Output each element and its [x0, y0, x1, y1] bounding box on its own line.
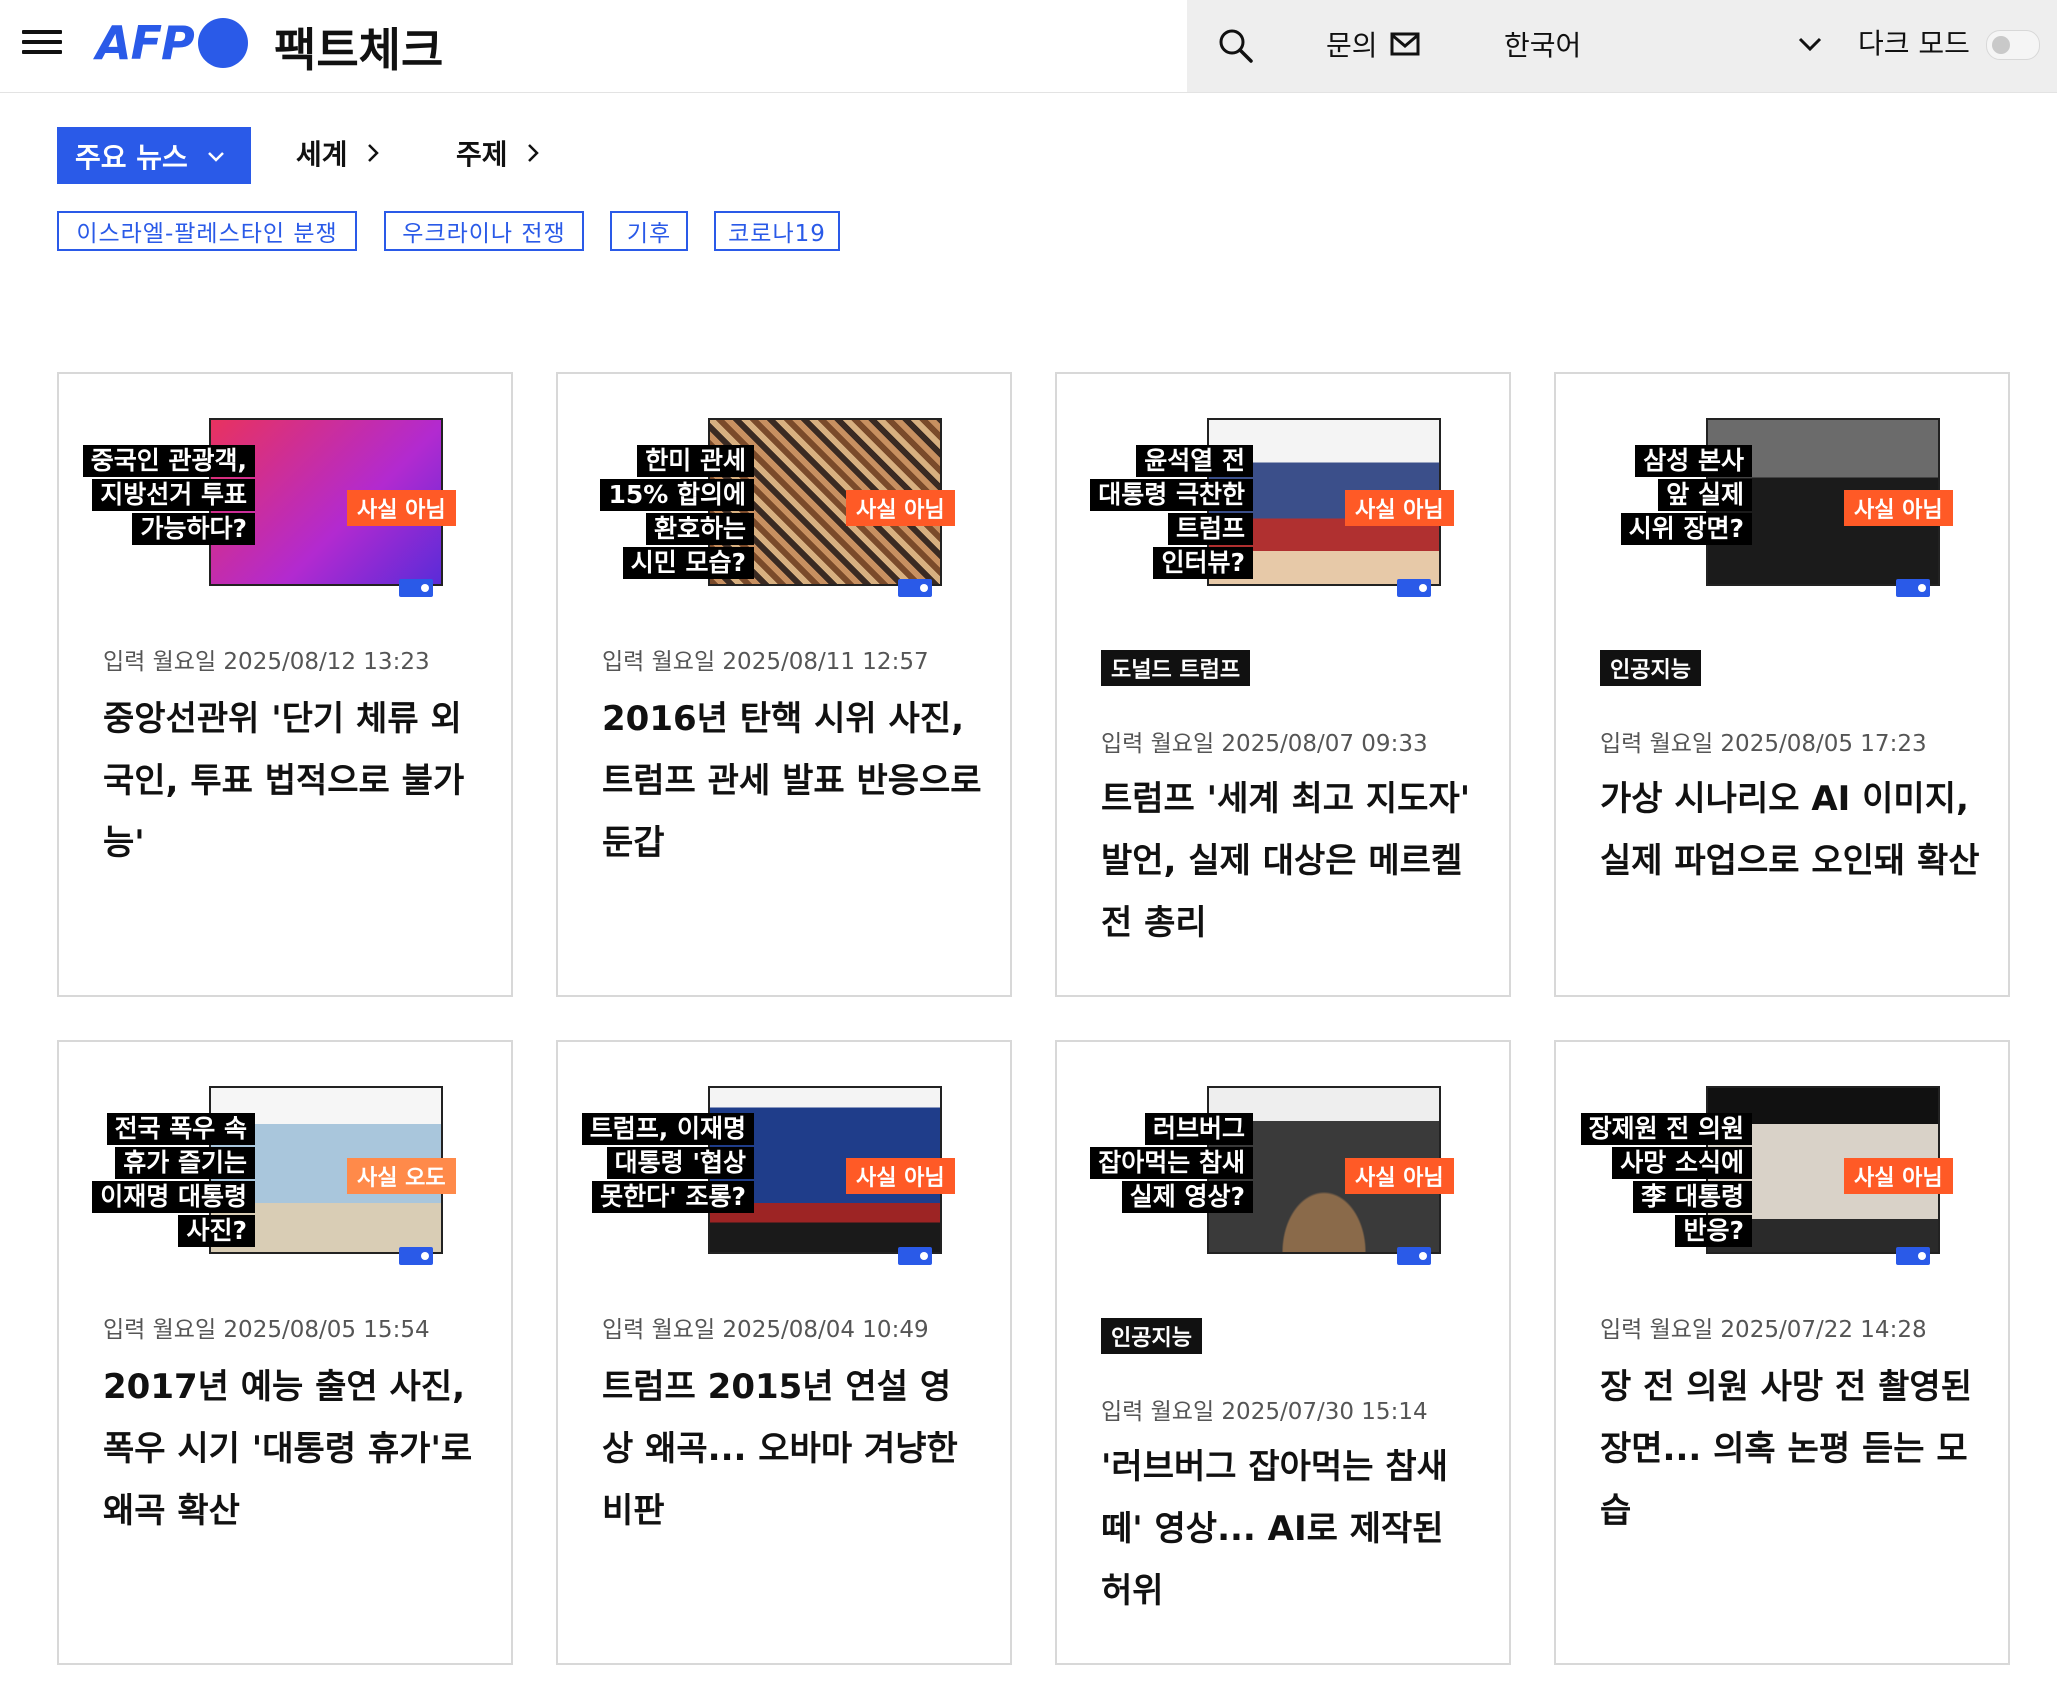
chevron-down-icon	[1798, 37, 1822, 52]
nav-main-label: 주요 뉴스	[75, 140, 188, 174]
afp-watermark-icon	[1896, 1247, 1930, 1265]
dark-mode-toggle[interactable]	[1986, 30, 2040, 60]
article-title[interactable]: '러브버그 잡아먹는 참새 떼' 영상... AI로 제작된 허위	[1101, 1436, 1481, 1622]
article-title[interactable]: 중앙선관위 '단기 체류 외국인, 투표 법적으로 불가능'	[103, 688, 483, 874]
verdict-badge: 사실 아님	[1844, 490, 1953, 526]
article-card[interactable]: 장제원 전 의원 사망 소식에 李 대통령 반응? 사실 아님 입력 월요일 2…	[1554, 1040, 2010, 1665]
article-title[interactable]: 트럼프 '세계 최고 지도자' 발언, 실제 대상은 메르켈 전 총리	[1101, 768, 1481, 954]
article-date: 입력 월요일 2025/08/07 09:33	[1101, 731, 1428, 757]
article-date: 입력 월요일 2025/08/12 13:23	[103, 649, 430, 675]
category-badge[interactable]: 인공지능	[1600, 650, 1701, 686]
article-card[interactable]: 러브버그 잡아먹는 참새 실제 영상? 사실 아님 인공지능 입력 월요일 20…	[1055, 1040, 1511, 1665]
thumbnail-claim: 트럼프, 이재명 대통령 '협상 못한다' 조롱?	[581, 1112, 754, 1214]
verdict-badge: 사실 아님	[846, 1158, 955, 1194]
verdict-badge: 사실 아님	[1345, 1158, 1454, 1194]
menu-icon[interactable]	[22, 24, 62, 64]
verdict-badge: 사실 오도	[347, 1158, 456, 1194]
thumbnail-claim: 러브버그 잡아먹는 참새 실제 영상?	[1090, 1112, 1253, 1214]
afp-watermark-icon	[1397, 579, 1431, 597]
afp-logo-dot	[198, 18, 248, 68]
nav-main-news[interactable]: 주요 뉴스	[57, 127, 251, 184]
thumbnail-claim: 삼성 본사 앞 실제 시위 장면?	[1620, 444, 1752, 546]
dark-mode-label: 다크 모드	[1858, 27, 1970, 60]
article-title[interactable]: 트럼프 2015년 연설 영상 왜곡... 오바마 겨냥한 비판	[602, 1356, 982, 1542]
afp-watermark-icon	[1397, 1247, 1431, 1265]
thumbnail-claim: 장제원 전 의원 사망 소식에 李 대통령 반응?	[1580, 1112, 1752, 1248]
article-card[interactable]: 전국 폭우 속 휴가 즐기는 이재명 대통령 사진? 사실 오도 입력 월요일 …	[57, 1040, 513, 1665]
article-card[interactable]: 윤석열 전 대통령 극찬한 트럼프 인터뷰? 사실 아님 도널드 트럼프 입력 …	[1055, 372, 1511, 997]
article-thumbnail: 한미 관세 15% 합의에 환호하는 시민 모습? 사실 아님	[588, 412, 955, 602]
article-thumbnail: 전국 폭우 속 휴가 즐기는 이재명 대통령 사진? 사실 오도	[89, 1080, 456, 1270]
verdict-badge: 사실 아님	[1844, 1158, 1953, 1194]
mail-icon	[1390, 32, 1420, 56]
language-value: 한국어	[1504, 29, 1582, 62]
topic-covid19[interactable]: 코로나19	[714, 211, 840, 251]
article-title[interactable]: 장 전 의원 사망 전 촬영된 장면... 의혹 논평 듣는 모습	[1600, 1356, 1980, 1542]
article-title[interactable]: 2017년 예능 출연 사진, 폭우 시기 '대통령 휴가'로 왜곡 확산	[103, 1356, 483, 1542]
verdict-badge: 사실 아님	[846, 490, 955, 526]
article-thumbnail: 윤석열 전 대통령 극찬한 트럼프 인터뷰? 사실 아님	[1087, 412, 1454, 602]
site-header: AFP 팩트체크 문의 한국어 다크 모드	[0, 0, 2057, 93]
article-title[interactable]: 가상 시나리오 AI 이미지, 실제 파업으로 오인돼 확산	[1600, 768, 1980, 892]
contact-label: 문의	[1326, 29, 1378, 62]
contact-link[interactable]: 문의	[1326, 24, 1420, 64]
afp-watermark-icon	[898, 1247, 932, 1265]
verdict-badge: 사실 아님	[1345, 490, 1454, 526]
nav-link-topics[interactable]: 주제	[456, 133, 540, 173]
thumbnail-claim: 중국인 관광객, 지방선거 투표 가능하다?	[82, 444, 255, 546]
article-thumbnail: 장제원 전 의원 사망 소식에 李 대통령 반응? 사실 아님	[1580, 1080, 1953, 1270]
article-thumbnail: 러브버그 잡아먹는 참새 실제 영상? 사실 아님	[1087, 1080, 1454, 1270]
thumbnail-claim: 전국 폭우 속 휴가 즐기는 이재명 대통령 사진?	[92, 1112, 255, 1248]
language-select[interactable]: 한국어	[1504, 24, 1824, 68]
thumbnail-claim: 한미 관세 15% 합의에 환호하는 시민 모습?	[600, 444, 754, 580]
afp-watermark-icon	[898, 579, 932, 597]
article-thumbnail: 중국인 관광객, 지방선거 투표 가능하다? 사실 아님	[82, 412, 456, 602]
article-card[interactable]: 한미 관세 15% 합의에 환호하는 시민 모습? 사실 아님 입력 월요일 2…	[556, 372, 1012, 997]
article-thumbnail: 트럼프, 이재명 대통령 '협상 못한다' 조롱? 사실 아님	[581, 1080, 955, 1270]
afp-logo[interactable]: AFP	[96, 16, 195, 70]
article-date: 입력 월요일 2025/08/04 10:49	[602, 1317, 929, 1343]
afp-watermark-icon	[399, 1247, 433, 1265]
thumbnail-claim: 윤석열 전 대통령 극찬한 트럼프 인터뷰?	[1090, 444, 1253, 580]
article-date: 입력 월요일 2025/08/05 17:23	[1600, 731, 1927, 757]
article-card[interactable]: 중국인 관광객, 지방선거 투표 가능하다? 사실 아님 입력 월요일 2025…	[57, 372, 513, 997]
search-icon[interactable]	[1216, 26, 1256, 66]
topic-climate[interactable]: 기후	[610, 211, 688, 251]
article-date: 입력 월요일 2025/08/05 15:54	[103, 1317, 430, 1343]
chevron-right-icon	[367, 144, 379, 162]
topic-israel-palestine[interactable]: 이스라엘-팔레스타인 분쟁	[57, 211, 357, 251]
article-card[interactable]: 삼성 본사 앞 실제 시위 장면? 사실 아님 인공지능 입력 월요일 2025…	[1554, 372, 2010, 997]
afp-watermark-icon	[1896, 579, 1930, 597]
article-date: 입력 월요일 2025/08/11 12:57	[602, 649, 929, 675]
afp-watermark-icon	[399, 579, 433, 597]
article-date: 입력 월요일 2025/07/30 15:14	[1101, 1399, 1428, 1425]
article-title[interactable]: 2016년 탄핵 시위 사진, 트럼프 관세 발표 반응으로 둔갑	[602, 688, 982, 874]
nav-link-label: 주제	[456, 138, 508, 171]
topic-ukraine-war[interactable]: 우크라이나 전쟁	[384, 211, 584, 251]
chevron-down-icon	[207, 151, 224, 162]
nav-link-label: 세계	[296, 138, 348, 171]
chevron-right-icon	[527, 144, 539, 162]
article-card[interactable]: 트럼프, 이재명 대통령 '협상 못한다' 조롱? 사실 아님 입력 월요일 2…	[556, 1040, 1012, 1665]
site-title[interactable]: 팩트체크	[274, 14, 443, 80]
category-badge[interactable]: 인공지능	[1101, 1318, 1202, 1354]
nav-link-world[interactable]: 세계	[296, 133, 380, 173]
article-date: 입력 월요일 2025/07/22 14:28	[1600, 1317, 1927, 1343]
category-badge[interactable]: 도널드 트럼프	[1101, 650, 1251, 686]
verdict-badge: 사실 아님	[347, 490, 456, 526]
article-thumbnail: 삼성 본사 앞 실제 시위 장면? 사실 아님	[1586, 412, 1953, 602]
